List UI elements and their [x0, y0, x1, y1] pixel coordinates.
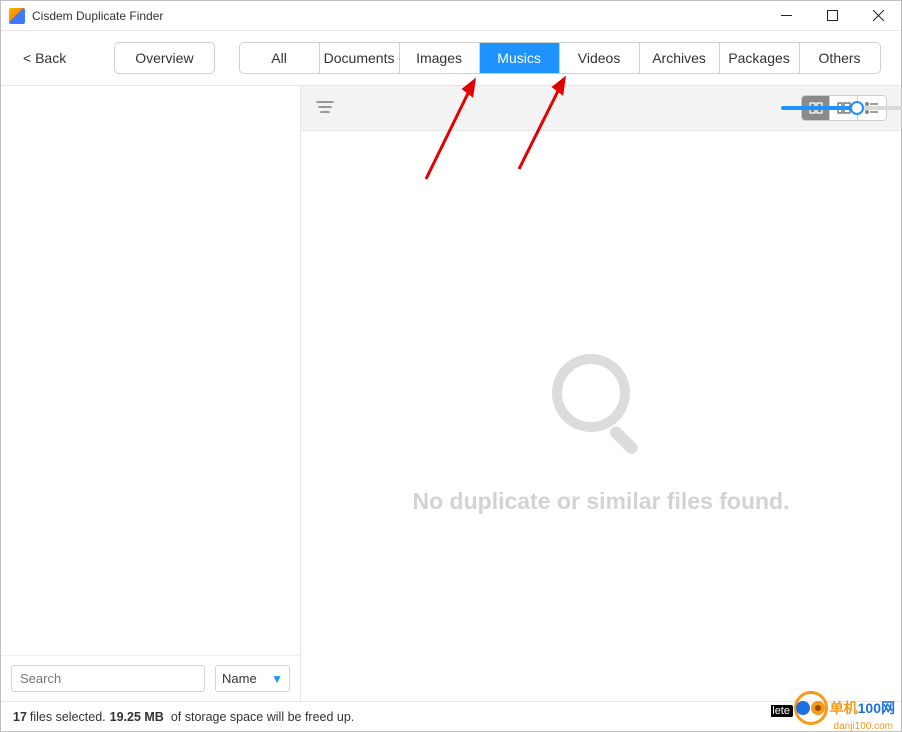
watermark-text-2: 100网	[858, 698, 895, 718]
tab-musics[interactable]: Musics	[480, 43, 560, 73]
files-count: 17	[13, 710, 27, 724]
sidebar: Name ▼	[1, 86, 301, 701]
tab-packages[interactable]: Packages	[720, 43, 800, 73]
back-button[interactable]: < Back	[15, 46, 74, 70]
empty-state: No duplicate or similar files found.	[301, 131, 901, 701]
magnifier-icon	[546, 348, 656, 458]
tab-videos[interactable]: Videos	[560, 43, 640, 73]
tab-others[interactable]: Others	[800, 43, 880, 73]
minimize-button[interactable]	[763, 1, 809, 31]
close-button[interactable]	[855, 1, 901, 31]
sidebar-content	[1, 86, 300, 655]
sort-label: Name	[222, 671, 257, 686]
chevron-down-icon: ▼	[271, 672, 283, 686]
watermark-text-1: 单机	[830, 698, 858, 718]
view-toolbar	[301, 86, 901, 131]
tab-archives[interactable]: Archives	[640, 43, 720, 73]
search-input[interactable]	[11, 665, 205, 692]
app-icon	[9, 8, 25, 24]
size-value: 19.25 MB	[110, 710, 164, 724]
overview-button[interactable]: Overview	[114, 42, 214, 74]
watermark-logo	[794, 691, 828, 725]
maximize-button[interactable]	[809, 1, 855, 31]
filter-icon[interactable]	[315, 98, 337, 118]
tab-documents[interactable]: Documents	[320, 43, 400, 73]
right-panel: No duplicate or similar files found.	[301, 86, 901, 701]
tab-images[interactable]: Images	[400, 43, 480, 73]
sidebar-footer: Name ▼	[1, 655, 300, 701]
size-text: of storage space will be freed up.	[171, 710, 354, 724]
watermark: 单机100网	[794, 691, 895, 725]
category-tabs: AllDocumentsImagesMusicsVideosArchivesPa…	[239, 42, 881, 74]
status-bar: 17 files selected. 19.25 MB of storage s…	[1, 701, 901, 731]
window-controls	[763, 1, 901, 31]
tab-all[interactable]: All	[240, 43, 320, 73]
watermark-url: danji100.com	[834, 721, 893, 732]
sort-select[interactable]: Name ▼	[215, 665, 290, 692]
titlebar: Cisdem Duplicate Finder	[1, 1, 901, 31]
watermark-fragment: lete	[771, 705, 793, 717]
zoom-slider[interactable]	[781, 106, 902, 110]
window-title: Cisdem Duplicate Finder	[32, 9, 163, 23]
toolbar: < Back Overview AllDocumentsImagesMusics…	[1, 31, 901, 86]
files-text: files selected.	[30, 710, 106, 724]
main-body: Name ▼ No duplicate or similar fil	[1, 86, 901, 701]
empty-message: No duplicate or similar files found.	[413, 488, 790, 515]
